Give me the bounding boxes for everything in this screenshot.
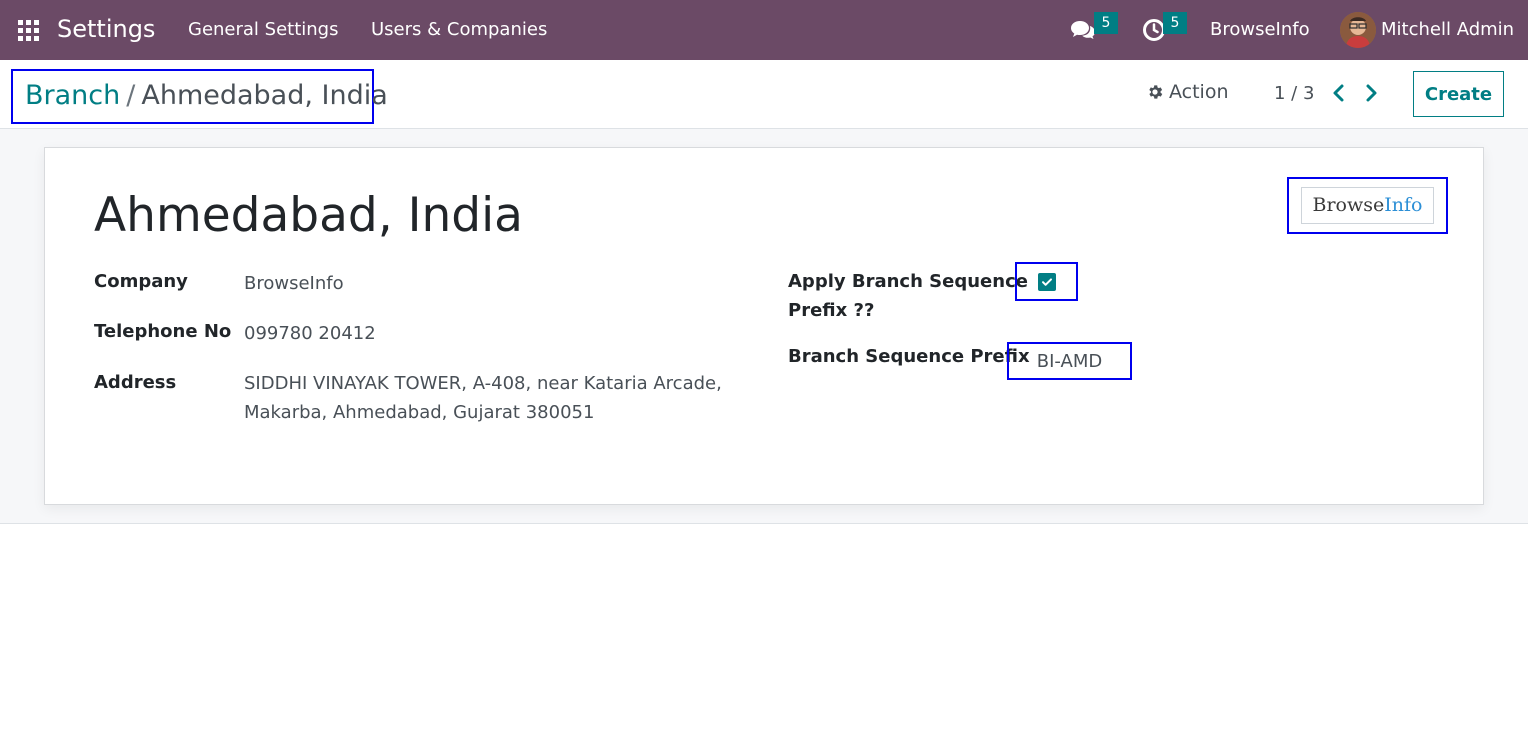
breadcrumb-branch-link[interactable]: Branch — [25, 80, 120, 111]
create-button[interactable]: Create — [1413, 71, 1504, 117]
prefix-highlight: BI-AMD — [1007, 342, 1132, 380]
checkmark-icon — [1042, 278, 1052, 286]
address-label: Address — [94, 372, 177, 393]
activities-count-badge: 5 — [1163, 12, 1187, 34]
menu-users-companies[interactable]: Users & Companies — [371, 19, 547, 40]
pager-value[interactable]: 1 / 3 — [1274, 83, 1314, 104]
record-title[interactable]: Ahmedabad, India — [94, 188, 523, 243]
user-menu[interactable]: Mitchell Admin — [1381, 19, 1514, 40]
apply-prefix-checkbox[interactable] — [1038, 273, 1056, 291]
control-panel: Branch / Ahmedabad, India Action 1 / 3 Cre… — [0, 60, 1528, 129]
apps-menu-icon[interactable] — [18, 20, 39, 41]
chevron-right-icon[interactable] — [1362, 82, 1380, 104]
breadcrumb-separator: / — [126, 80, 136, 111]
company-switcher[interactable]: BrowseInfo — [1210, 19, 1310, 40]
telephone-label: Telephone No — [94, 321, 232, 342]
action-label: Action — [1169, 81, 1229, 103]
logo-highlight: BrowseInfo — [1287, 177, 1448, 234]
company-label: Company — [94, 271, 188, 292]
breadcrumb-current: Ahmedabad, India — [141, 80, 388, 111]
company-logo[interactable]: BrowseInfo — [1301, 187, 1434, 224]
user-avatar[interactable] — [1340, 12, 1376, 48]
messages-icon[interactable] — [1070, 18, 1096, 42]
form-sheet: Ahmedabad, India BrowseInfo Company Brow… — [44, 147, 1484, 505]
menu-general-settings[interactable]: General Settings — [188, 19, 339, 40]
address-field-line2[interactable]: Makarba, Ahmedabad, Gujarat 380051 — [244, 398, 594, 427]
apply-prefix-label-line2: Prefix ?? — [788, 300, 875, 321]
company-field[interactable]: BrowseInfo — [244, 269, 344, 298]
breadcrumb: Branch / Ahmedabad, India — [11, 69, 388, 124]
telephone-field[interactable]: 099780 20412 — [244, 319, 376, 348]
app-title[interactable]: Settings — [57, 15, 155, 43]
gear-icon — [1149, 85, 1163, 99]
apply-prefix-highlight — [1015, 262, 1078, 301]
chevron-left-icon[interactable] — [1330, 82, 1348, 104]
apply-prefix-label-line1: Apply Branch Sequence — [788, 271, 1028, 292]
action-menu-button[interactable]: Action — [1146, 81, 1229, 103]
prefix-field[interactable]: BI-AMD — [1009, 347, 1130, 376]
address-field-line1[interactable]: SIDDHI VINAYAK TOWER, A-408, near Katari… — [244, 369, 722, 398]
messages-count-badge: 5 — [1094, 12, 1118, 34]
prefix-label: Branch Sequence Prefix — [788, 346, 1030, 367]
top-navbar: Settings General Settings Users & Compan… — [0, 0, 1528, 60]
